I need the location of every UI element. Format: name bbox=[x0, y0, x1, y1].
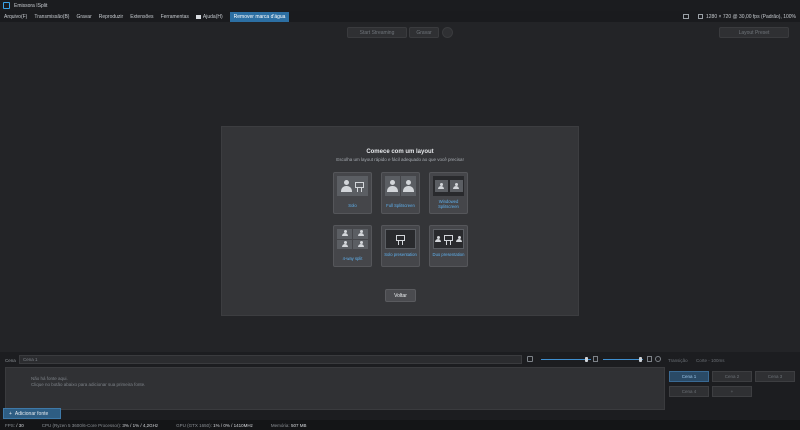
layout-thumb bbox=[337, 229, 368, 249]
plus-icon: + bbox=[9, 410, 12, 417]
person-icon bbox=[340, 179, 352, 193]
menu-arquivo[interactable]: Arquivo(F) bbox=[4, 14, 27, 20]
layout-thumb bbox=[385, 229, 416, 249]
fps-stat: FPS: / 30 bbox=[5, 422, 24, 428]
layout-card-label: Solo bbox=[348, 203, 357, 208]
output-volume-handle[interactable] bbox=[639, 357, 642, 362]
layout-card-label: Full Splitscreen bbox=[386, 203, 415, 208]
layout-dialog: Comece com um layout Escolha um layout r… bbox=[221, 126, 579, 316]
person-icon bbox=[357, 240, 364, 248]
scene-button-1[interactable]: Cena 1 bbox=[669, 371, 709, 382]
gear-icon[interactable] bbox=[442, 27, 453, 38]
presentation-icon bbox=[443, 234, 454, 245]
empty-sources-line-2: Clique no botão abaixo para adicionar su… bbox=[31, 382, 146, 387]
transition-select[interactable]: Corte - 100ms bbox=[696, 358, 725, 363]
presentation-icon bbox=[354, 181, 365, 192]
volume-track[interactable] bbox=[541, 359, 591, 360]
layout-card-4-way-split[interactable]: 4-way split bbox=[333, 225, 372, 267]
layout-card-label: Windowed Splitscreen bbox=[438, 199, 459, 209]
layout-card-label: 4-way split bbox=[342, 256, 363, 261]
menu-ferramentas[interactable]: Ferramentas bbox=[161, 14, 189, 20]
dialog-title: Comece com um layout bbox=[366, 149, 434, 155]
menu-reproduzir[interactable]: Reproduzir bbox=[99, 14, 123, 20]
layout-thumb bbox=[337, 176, 368, 196]
transition-label: Transição bbox=[668, 358, 688, 363]
back-button[interactable]: Voltar bbox=[385, 289, 416, 302]
layout-preset-button[interactable]: Layout Preset bbox=[719, 27, 789, 38]
empty-sources-message: Não há fonte aqui. Clique no botão abaix… bbox=[31, 376, 145, 388]
sources-panel: Não há fonte aqui. Clique no botão abaix… bbox=[5, 367, 665, 410]
menubar-right: 1280 × 720 @ 30,00 fps (Padrão), 100% bbox=[683, 11, 796, 22]
title-bar: Emissora ISplit bbox=[0, 0, 800, 11]
resolution-readout[interactable]: 1280 × 720 @ 30,00 fps (Padrão), 100% bbox=[706, 14, 796, 20]
memory-stat: Memória: 507 MB bbox=[270, 422, 307, 428]
monitor-icon[interactable] bbox=[683, 14, 689, 19]
person-icon bbox=[403, 179, 414, 193]
scene-grid: Cena 1 Cena 2 Cena 3 Cena 4 + bbox=[669, 368, 797, 400]
dialog-subtitle: Escolha um layout rápido e fácil adequad… bbox=[336, 157, 464, 162]
layout-card-solo[interactable]: Solo bbox=[333, 172, 372, 214]
layout-card-windowed-splitscreen[interactable]: Windowed Splitscreen bbox=[429, 172, 468, 214]
start-streaming-button[interactable]: Start Streaming bbox=[347, 27, 407, 38]
scene-label: Cena bbox=[5, 358, 16, 363]
presentation-icon bbox=[395, 234, 406, 245]
person-icon bbox=[357, 230, 364, 237]
layout-thumb bbox=[433, 229, 464, 249]
speaker-icon[interactable] bbox=[593, 356, 598, 362]
layout-card-duo-presentation[interactable]: Duo presentation bbox=[429, 225, 468, 267]
scene-button-4[interactable]: Cena 4 bbox=[669, 386, 709, 397]
person-icon bbox=[341, 240, 348, 248]
menu-ajuda[interactable]: Ajuda(H) bbox=[195, 13, 223, 20]
volume-slider-handle[interactable] bbox=[585, 357, 588, 362]
layout-thumb bbox=[433, 176, 464, 196]
mute-icon[interactable] bbox=[647, 356, 652, 362]
audio-settings-icon[interactable] bbox=[655, 356, 661, 362]
person-icon bbox=[456, 235, 462, 243]
app-logo-icon bbox=[3, 2, 10, 9]
output-volume-track[interactable] bbox=[603, 359, 643, 360]
add-source-button[interactable]: + Adicionar fonte bbox=[3, 408, 61, 419]
audio-sliders bbox=[527, 355, 663, 364]
scene-button-2[interactable]: Cena 2 bbox=[712, 371, 752, 382]
person-icon bbox=[438, 182, 444, 190]
add-source-label: Adicionar fonte bbox=[14, 410, 49, 417]
gpu-stat: GPU (GTX 1650): 1% / 0% / 1410MHz bbox=[176, 422, 253, 428]
menu-gravar[interactable]: Gravar bbox=[76, 14, 91, 20]
layout-card-solo-presentation[interactable]: Solo presentation bbox=[381, 225, 420, 267]
person-icon bbox=[387, 179, 398, 193]
remove-watermark-button[interactable]: Remover marca d'água bbox=[229, 11, 290, 22]
record-button[interactable]: Gravar bbox=[409, 27, 439, 38]
bottom-dock: Cena Cena 1 Transição Corte - 100ms Não … bbox=[0, 352, 800, 420]
mic-icon[interactable] bbox=[527, 356, 533, 362]
add-scene-button[interactable]: + bbox=[712, 386, 752, 397]
layout-thumb bbox=[385, 176, 416, 196]
layout-card-full-splitscreen[interactable]: Full Splitscreen bbox=[381, 172, 420, 214]
cpu-stat: CPU (Ryzen 5 3600/6-Core Processor): 3% … bbox=[41, 422, 159, 428]
person-icon bbox=[435, 235, 441, 243]
menu-transmissao[interactable]: Transmissão(B) bbox=[34, 14, 69, 20]
help-icon bbox=[195, 14, 201, 19]
person-icon bbox=[341, 230, 348, 237]
menu-extensoes[interactable]: Extensões bbox=[130, 14, 153, 20]
menu-bar: Arquivo(F) Transmissão(B) Gravar Reprodu… bbox=[0, 11, 800, 22]
layout-card-label: Solo presentation bbox=[384, 252, 417, 257]
scene-select[interactable]: Cena 1 bbox=[19, 355, 522, 364]
toolbar: Start Streaming Gravar Layout Preset bbox=[0, 22, 800, 42]
scene-button-3[interactable]: Cena 3 bbox=[755, 371, 795, 382]
menu-ajuda-label: Ajuda(H) bbox=[202, 13, 223, 20]
window-title: Emissora ISplit bbox=[14, 2, 48, 9]
person-icon bbox=[453, 182, 459, 190]
status-bar: FPS: / 30 CPU (Ryzen 5 3600/6-Core Proce… bbox=[0, 420, 800, 430]
display-settings-icon bbox=[698, 14, 703, 19]
layout-card-label: Duo presentation bbox=[432, 252, 465, 257]
